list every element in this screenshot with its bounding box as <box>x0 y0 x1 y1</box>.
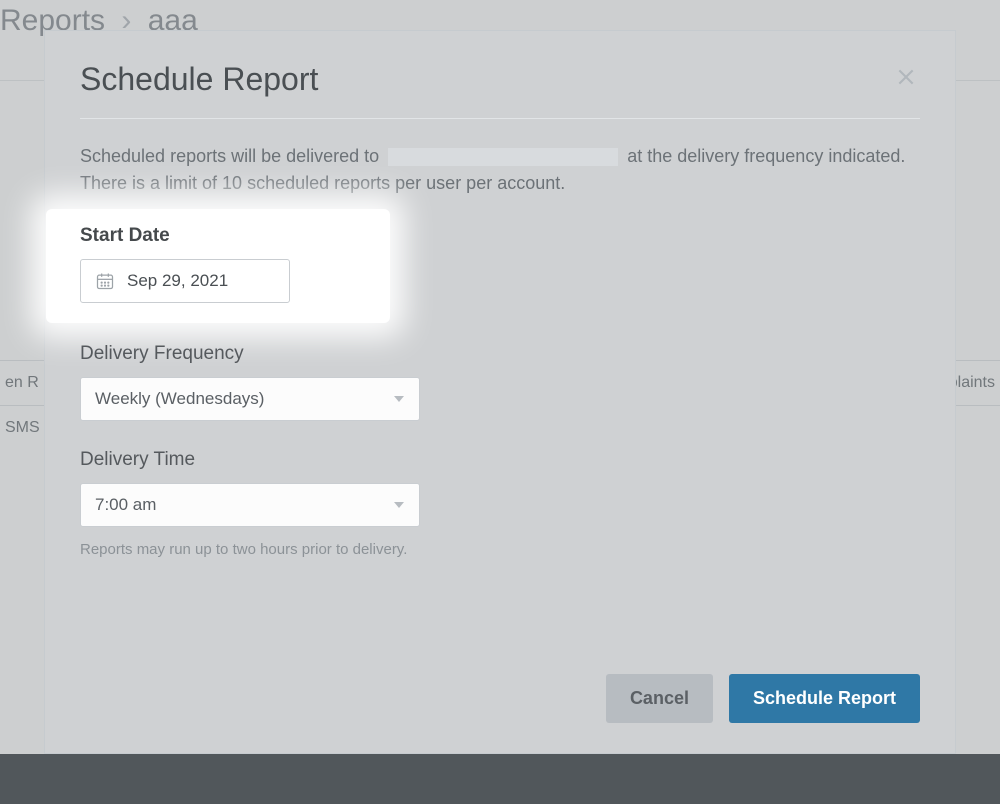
start-date-label: Start Date <box>80 225 360 247</box>
delivery-frequency-value: Weekly (Wednesdays) <box>95 389 264 409</box>
redacted-email <box>388 148 618 166</box>
delivery-frequency-select[interactable]: Weekly (Wednesdays) <box>80 377 420 421</box>
start-date-value: Sep 29, 2021 <box>127 271 228 291</box>
delivery-time-select[interactable]: 7:00 am <box>80 483 420 527</box>
delivery-frequency-label: Delivery Frequency <box>80 343 920 365</box>
delivery-time-helper: Reports may run up to two hours prior to… <box>80 541 920 558</box>
start-date-input[interactable]: Sep 29, 2021 <box>80 259 290 303</box>
delivery-time-label: Delivery Time <box>80 449 920 471</box>
schedule-report-button[interactable]: Schedule Report <box>729 674 920 723</box>
schedule-report-modal: Schedule Report Scheduled reports will b… <box>44 30 956 754</box>
chevron-down-icon <box>393 393 405 405</box>
modal-description: Scheduled reports will be delivered to a… <box>80 143 920 197</box>
modal-title: Schedule Report <box>80 61 318 98</box>
close-icon[interactable] <box>892 63 920 96</box>
cancel-button[interactable]: Cancel <box>606 674 713 723</box>
calendar-icon <box>95 271 115 291</box>
chevron-down-icon <box>393 499 405 511</box>
delivery-time-value: 7:00 am <box>95 495 156 515</box>
